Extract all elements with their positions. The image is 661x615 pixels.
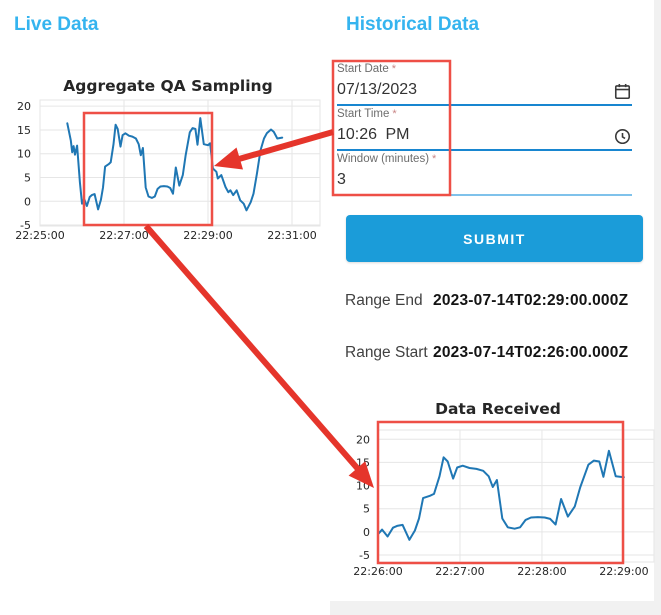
svg-text:22:27:00: 22:27:00 [435,565,484,578]
svg-text:15: 15 [356,456,370,469]
svg-text:5: 5 [363,503,370,516]
svg-text:-5: -5 [20,219,31,232]
window-minutes-underline [337,194,632,196]
svg-text:22:31:00: 22:31:00 [267,229,316,242]
svg-text:15: 15 [17,124,31,137]
start-time-input[interactable]: 10:26 PM [337,125,632,144]
start-date-input[interactable]: 07/13/2023 [337,80,632,99]
range-end-row: Range End 2023-07-14T02:29:00.000Z [345,292,645,312]
svg-text:20: 20 [17,100,31,113]
svg-text:0: 0 [24,195,31,208]
svg-text:22:29:00: 22:29:00 [599,565,648,578]
window-minutes-field: Window (minutes) * 3 [337,153,632,198]
start-time-field: Start Time * 10:26 PM [337,108,632,153]
window-minutes-label: Window (minutes) * [337,153,437,165]
range-start-label: Range Start [345,344,428,361]
start-time-underline [337,149,632,151]
historical-data-received-chart: 22:26:00 22:27:00 22:28:00 22:29:00 20 15 10 5 0… [353,400,655,578]
calendar-icon[interactable] [613,82,632,101]
svg-text:10: 10 [17,148,31,161]
range-start-value: 2023-07-14T02:26:00.000Z [433,344,629,361]
svg-text:22:29:00: 22:29:00 [183,229,232,242]
live-data-heading: Live Data [14,14,99,35]
required-asterisk: * [432,153,437,165]
clock-icon[interactable] [613,127,632,146]
svg-text:Data Received: Data Received [435,400,561,418]
svg-text:10: 10 [356,480,370,493]
start-time-label: Start Time * [337,108,397,120]
svg-text:Aggregate QA Sampling: Aggregate QA Sampling [63,77,272,95]
submit-button[interactable]: SUBMIT [346,215,643,262]
range-end-value: 2023-07-14T02:29:00.000Z [433,292,629,309]
live-aggregate-qa-chart: 22:25:00 22:27:00 22:29:00 22:31:0020151050… [15,77,321,242]
window-minutes-input[interactable]: 3 [337,170,632,189]
svg-text:22:28:00: 22:28:00 [517,565,566,578]
svg-text:5: 5 [24,172,31,185]
svg-text:0: 0 [363,526,370,539]
start-date-field: Start Date * 07/13/2023 [337,63,632,108]
start-date-label: Start Date * [337,63,397,75]
svg-text:22:27:00: 22:27:00 [99,229,148,242]
start-date-underline [337,104,632,106]
historical-data-heading: Historical Data [346,14,480,35]
svg-text:20: 20 [356,433,370,446]
range-start-row: Range Start 2023-07-14T02:26:00.000Z [345,344,645,364]
required-asterisk: * [392,108,397,120]
range-end-label: Range End [345,292,423,309]
required-asterisk: * [391,63,397,75]
svg-text:-5: -5 [359,549,370,562]
svg-text:22:26:00: 22:26:00 [353,565,402,578]
dashboard-page: Live Data Historical Data 22:25:00 22:27:… [0,0,661,615]
